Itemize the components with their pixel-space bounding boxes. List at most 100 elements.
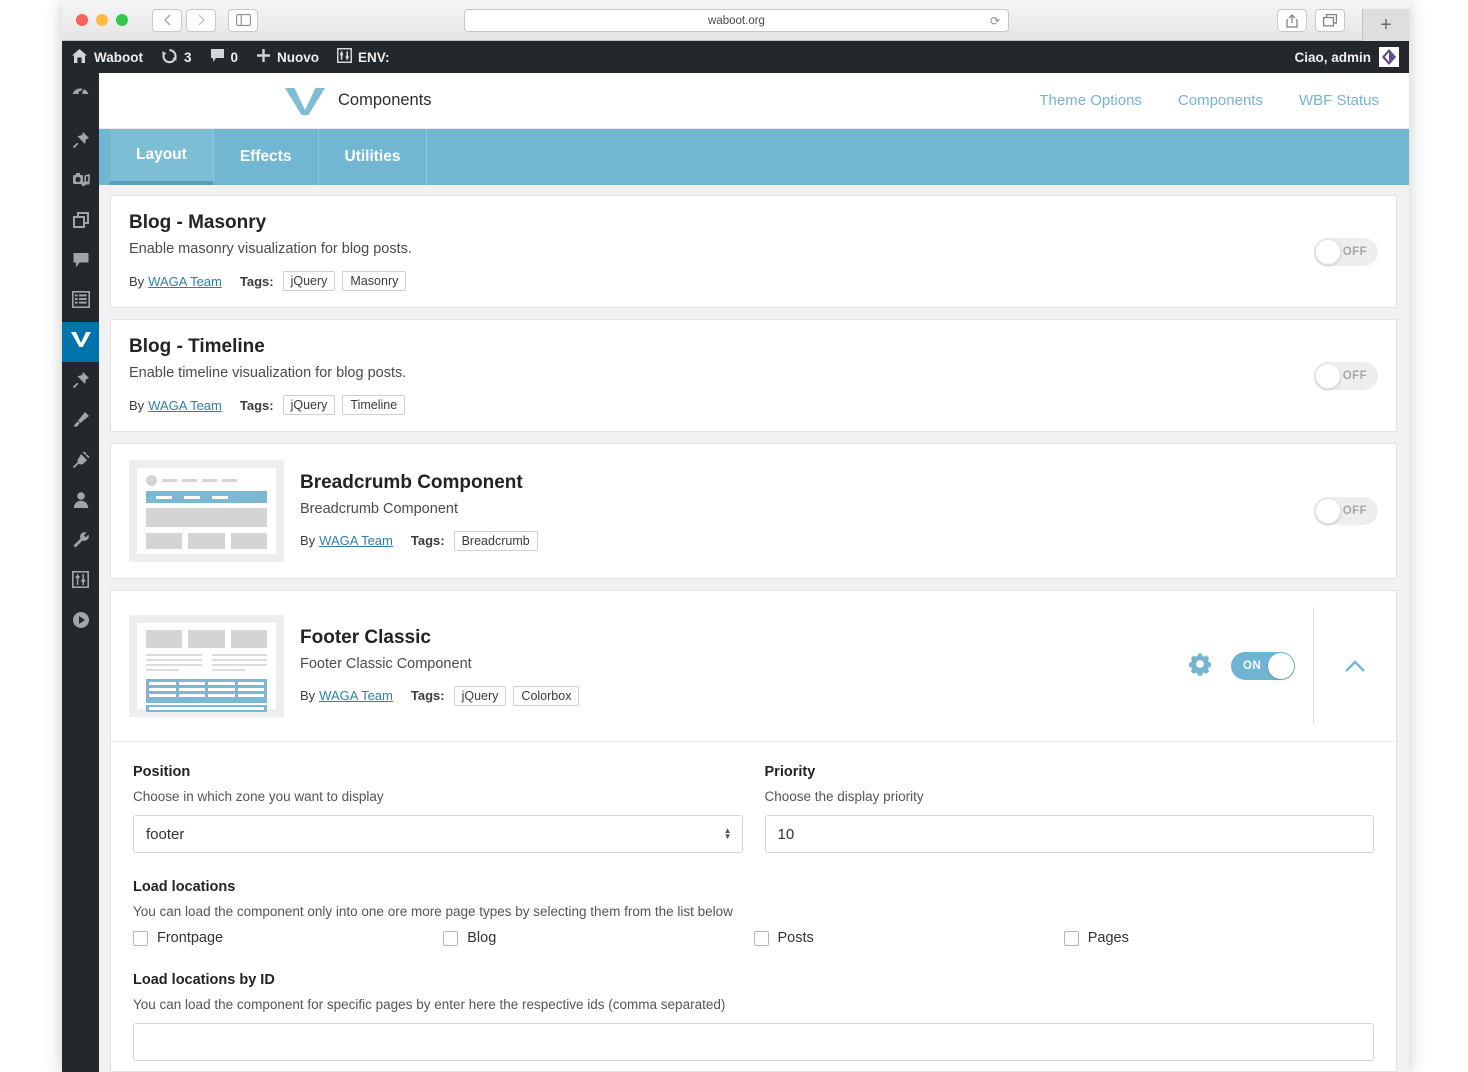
component-info: Blog - Timeline Enable timeline visualiz… <box>129 336 1314 415</box>
load-by-id-input[interactable] <box>133 1023 1374 1061</box>
sidebar-item-tools[interactable] <box>62 522 99 562</box>
wp-admin-sidebar <box>62 73 107 1072</box>
checkbox-box[interactable] <box>1063 930 1079 946</box>
toggle-state-label: ON <box>1243 660 1262 672</box>
updates-icon <box>161 48 178 67</box>
show-tabs-icon[interactable] <box>1315 9 1345 32</box>
close-window-button[interactable] <box>76 14 88 26</box>
admin-bar-comments[interactable]: 0 <box>201 41 248 73</box>
admin-bar-new[interactable]: Nuovo <box>247 41 328 73</box>
nav-components[interactable]: Components <box>1178 92 1263 109</box>
component-card-body: Breadcrumb Component Breadcrumb Componen… <box>111 444 1396 578</box>
play-circle-icon <box>72 611 90 634</box>
list-icon <box>71 291 90 313</box>
checkbox-pages[interactable]: Pages <box>1063 930 1374 946</box>
toggle-knob <box>1315 238 1341 265</box>
zoom-window-button[interactable] <box>116 14 128 26</box>
checkbox-box[interactable] <box>133 930 148 946</box>
sidebar-item-comments[interactable] <box>62 242 99 282</box>
pin-icon <box>72 131 90 154</box>
sidebar-item-media[interactable] <box>62 162 99 202</box>
component-description: Footer Classic Component <box>300 655 472 672</box>
admin-bar-updates[interactable]: 3 <box>152 41 201 73</box>
share-icon[interactable] <box>1277 9 1307 32</box>
component-info: Breadcrumb Component Breadcrumb Componen… <box>300 472 1314 551</box>
component-enable-toggle[interactable]: ON <box>1231 652 1295 680</box>
sidebar-item-settings[interactable] <box>62 562 99 602</box>
checkbox-frontpage[interactable]: Frontpage <box>133 930 443 946</box>
component-card-body: Blog - Timeline Enable timeline visualiz… <box>111 320 1396 431</box>
checkbox-box[interactable] <box>443 930 459 946</box>
checkbox-box[interactable] <box>753 930 769 946</box>
sidebar-item-waboot[interactable] <box>62 322 107 362</box>
wrench-icon <box>72 531 90 554</box>
browser-chrome-bar: waboot.org ⟳ + <box>62 0 1409 41</box>
sidebar-item-posts[interactable] <box>62 122 99 162</box>
sidebar-item-pages[interactable] <box>62 202 99 242</box>
url-text: waboot.org <box>708 14 765 27</box>
pin-icon <box>72 371 90 394</box>
component-thumbnail <box>129 615 284 717</box>
component-title: Footer Classic <box>300 626 431 648</box>
toggle-state-label: OFF <box>1342 245 1367 258</box>
new-tab-button[interactable]: + <box>1362 9 1409 41</box>
by-label: By <box>129 397 145 413</box>
tab-layout[interactable]: Layout <box>110 129 214 185</box>
component-enable-toggle[interactable]: OFF <box>1314 361 1378 390</box>
component-author-link[interactable]: WAGA Team <box>148 274 222 289</box>
sidebar-item-dashboard[interactable] <box>62 73 99 113</box>
env-icon <box>336 47 353 66</box>
screenshot-root: waboot.org ⟳ + Waboot 3 0 Nuovo ENV: Cia… <box>0 0 1468 1072</box>
component-author-link[interactable]: WAGA Team <box>319 533 393 548</box>
tab-utilities[interactable]: Utilities <box>319 129 428 185</box>
admin-bar-account[interactable]: Ciao, admin <box>1294 47 1399 67</box>
select-spinner-icon: ▲ ▼ <box>723 826 732 841</box>
component-card: Breadcrumb Component Breadcrumb Componen… <box>110 443 1397 579</box>
sidebar-item-list[interactable] <box>62 282 99 322</box>
toggle-state-label: OFF <box>1342 505 1367 517</box>
chevron-up-icon[interactable] <box>1332 653 1378 679</box>
toggle-knob <box>1315 498 1341 524</box>
plus-icon <box>256 48 271 66</box>
forward-button[interactable] <box>186 8 216 32</box>
nav-wbf-status[interactable]: WBF Status <box>1299 92 1379 109</box>
component-enable-toggle[interactable]: OFF <box>1314 237 1378 266</box>
admin-bar-site[interactable]: Waboot <box>62 41 152 73</box>
sidebar-item-themes[interactable] <box>62 402 99 442</box>
position-select[interactable]: footer ▲ ▼ <box>133 815 743 853</box>
user-avatar[interactable] <box>1379 47 1399 67</box>
component-meta: By WAGA Team Tags: jQuery Timeline <box>129 395 1314 415</box>
admin-bar-env[interactable]: ENV: <box>328 41 399 73</box>
component-author-link[interactable]: WAGA Team <box>148 398 222 413</box>
wp-admin-bar: Waboot 3 0 Nuovo ENV: Ciao, admin <box>62 41 1409 73</box>
checkbox-posts[interactable]: Posts <box>753 930 1064 946</box>
tags-label: Tags: <box>239 273 274 289</box>
priority-input-value: 10 <box>777 825 795 843</box>
nav-theme-options[interactable]: Theme Options <box>1039 92 1142 109</box>
tags-label: Tags: <box>410 688 445 703</box>
sidebar-item-appearance-pin[interactable] <box>62 362 99 402</box>
component-tag: jQuery <box>282 395 336 415</box>
dashboard-gauge-icon <box>71 81 90 105</box>
sidebar-item-collapse[interactable] <box>62 602 99 642</box>
comments-count: 0 <box>230 49 239 65</box>
reload-icon[interactable]: ⟳ <box>990 14 1000 28</box>
component-meta: By WAGA Team Tags: Breadcrumb <box>300 530 1314 551</box>
checkbox-blog[interactable]: Blog <box>443 930 753 946</box>
media-camera-icon <box>72 171 90 194</box>
user-icon <box>72 491 90 514</box>
component-author-link[interactable]: WAGA Team <box>319 688 393 703</box>
component-actions: ON <box>1187 607 1378 725</box>
component-tag: Masonry <box>342 271 407 291</box>
url-bar[interactable]: waboot.org ⟳ <box>464 9 1009 32</box>
sidebar-item-plugins[interactable] <box>62 442 99 482</box>
sidebar-item-users[interactable] <box>62 482 99 522</box>
priority-input[interactable]: 10 <box>764 815 1374 853</box>
component-enable-toggle[interactable]: OFF <box>1314 497 1378 525</box>
back-button[interactable] <box>152 8 182 32</box>
tab-effects[interactable]: Effects <box>214 129 319 185</box>
position-select-value: footer <box>146 825 185 843</box>
minimize-window-button[interactable] <box>96 14 108 26</box>
sidebar-toggle-button[interactable] <box>228 8 258 32</box>
gear-icon[interactable] <box>1187 651 1213 682</box>
